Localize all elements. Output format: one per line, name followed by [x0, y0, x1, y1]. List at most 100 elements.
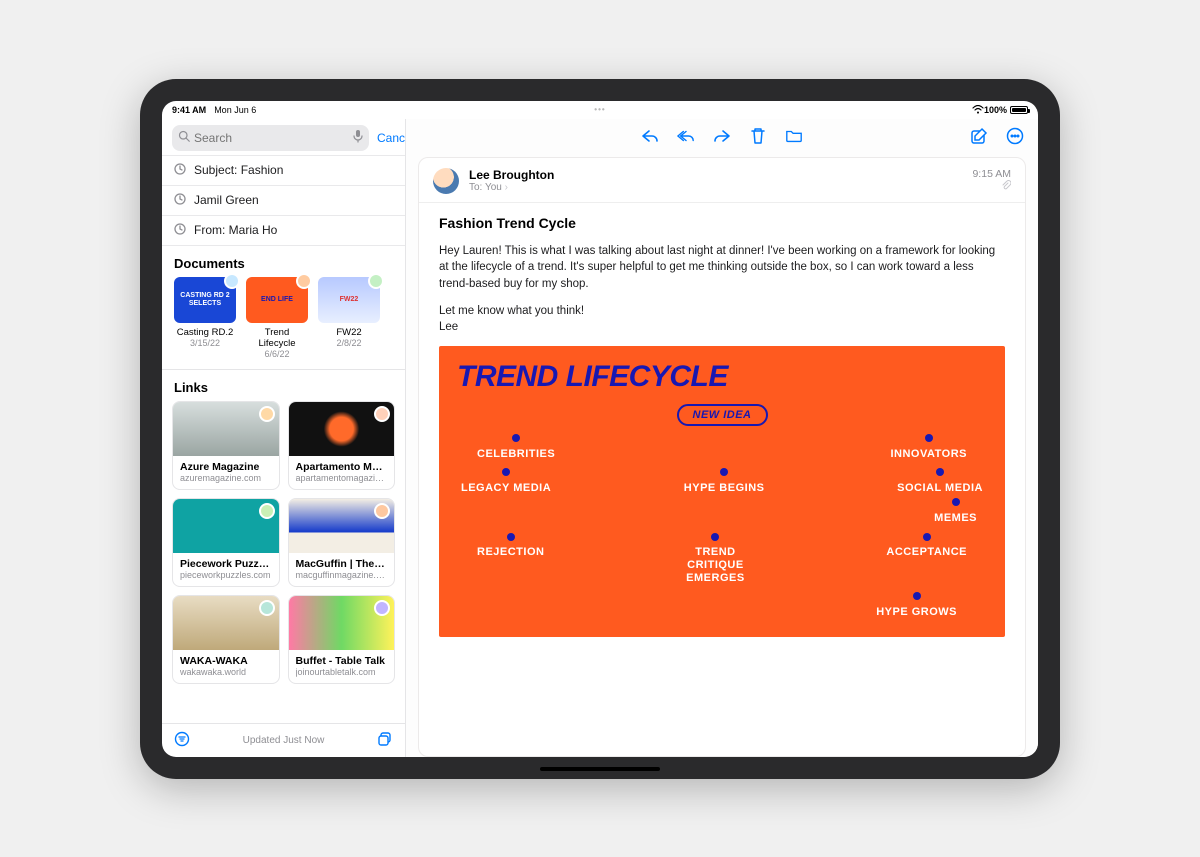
flow-node: NEW IDEA: [677, 404, 768, 426]
message-header: Lee Broughton To: You › 9:15 AM: [419, 158, 1025, 203]
multitask-dots-icon[interactable]: •••: [594, 105, 605, 114]
flow-node: SOCIAL MEDIA: [897, 468, 983, 494]
message-subject: Fashion Trend Cycle: [439, 215, 1005, 231]
document-thumb: CASTING RD 2 SELECTS: [174, 277, 236, 323]
link-thumb: [289, 402, 395, 456]
link-url: azuremagazine.com: [180, 473, 272, 483]
status-time: 9:41 AM: [172, 105, 206, 115]
link-url: joinourtabletalk.com: [296, 667, 388, 677]
mic-icon[interactable]: [353, 129, 363, 146]
sidebar-footer: Updated Just Now: [162, 723, 405, 757]
avatar-badge-icon: [296, 273, 312, 289]
document-title: Trend Lifecycle: [246, 327, 308, 349]
link-title: MacGuffin | The Lif…: [296, 558, 388, 570]
suggestion-label: Subject: Fashion: [194, 163, 283, 177]
recent-icon: [174, 163, 186, 178]
document-date: 2/8/22: [318, 338, 380, 348]
cancel-button[interactable]: Cancel: [377, 131, 406, 145]
flow-node: ACCEPTANCE: [886, 533, 967, 585]
battery-indicator: 100%: [984, 105, 1028, 115]
suggestion-row[interactable]: From: Maria Ho: [162, 216, 405, 246]
flow-node: INNOVATORS: [890, 434, 967, 460]
wifi-icon: [972, 105, 984, 114]
link-title: Buffet - Table Talk: [296, 655, 388, 667]
link-thumb: [173, 499, 279, 553]
document-thumb: END LIFE: [246, 277, 308, 323]
compose-icon[interactable]: [970, 127, 988, 145]
link-title: Piecework Puzzles: [180, 558, 272, 570]
message-body[interactable]: Fashion Trend Cycle Hey Lauren! This is …: [419, 203, 1025, 756]
folder-icon[interactable]: [785, 127, 803, 145]
document-item[interactable]: END LIFE Trend Lifecycle 6/6/22: [246, 277, 308, 359]
status-date: Mon Jun 6: [214, 105, 256, 115]
updated-label: Updated Just Now: [243, 735, 325, 746]
attachment-icon: [972, 180, 1011, 193]
trash-icon[interactable]: [749, 127, 767, 145]
recipients-line[interactable]: To: You ›: [469, 182, 962, 193]
link-thumb: [173, 402, 279, 456]
search-sidebar: Cancel Subject: Fashion Jamil Green From…: [162, 119, 406, 757]
mail-toolbar: [406, 119, 1038, 153]
avatar-badge-icon: [259, 406, 275, 422]
document-thumb: FW22: [318, 277, 380, 323]
search-input[interactable]: [194, 131, 349, 145]
flow-node: CELEBRITIES: [477, 434, 555, 460]
suggestion-row[interactable]: Subject: Fashion: [162, 155, 405, 186]
link-card[interactable]: MacGuffin | The Lif…macguffinmagazine.co…: [288, 498, 396, 587]
link-title: WAKA-WAKA: [180, 655, 272, 667]
windows-icon[interactable]: [377, 731, 393, 750]
document-title: Casting RD.2: [174, 327, 236, 338]
avatar[interactable]: [433, 168, 459, 194]
link-thumb: [289, 596, 395, 650]
document-date: 3/15/22: [174, 338, 236, 348]
avatar-badge-icon: [368, 273, 384, 289]
avatar-badge-icon: [374, 406, 390, 422]
link-url: pieceworkpuzzles.com: [180, 570, 272, 580]
document-item[interactable]: FW22 FW22 2/8/22: [318, 277, 380, 359]
link-url: wakawaka.world: [180, 667, 272, 677]
suggestion-label: Jamil Green: [194, 193, 259, 207]
flow-node: REJECTION: [477, 533, 544, 585]
avatar-badge-icon: [259, 503, 275, 519]
flow-node: HYPE BEGINS: [684, 468, 765, 494]
message-signature: Lee: [439, 319, 1005, 336]
link-card[interactable]: Azure Magazineazuremagazine.com: [172, 401, 280, 490]
flowchart: NEW IDEA CELEBRITIES . INNOVATORS LEGACY…: [457, 404, 987, 619]
link-url: apartamentomagazine.c…: [296, 473, 388, 483]
search-field[interactable]: [172, 125, 369, 151]
attachment-graphic[interactable]: TREND LIFECYCLE NEW IDEA CELEBRITIES . I…: [439, 346, 1005, 637]
filter-icon[interactable]: [174, 731, 190, 750]
search-icon: [178, 130, 190, 145]
message-paragraph: Let me know what you think!: [439, 303, 1005, 320]
documents-header: Documents: [162, 246, 405, 277]
link-card[interactable]: Piecework Puzzlespieceworkpuzzles.com: [172, 498, 280, 587]
suggestion-row[interactable]: Jamil Green: [162, 186, 405, 216]
link-card[interactable]: Buffet - Table Talkjoinourtabletalk.com: [288, 595, 396, 684]
message-pane: Lee Broughton To: You › 9:15 AM: [418, 157, 1026, 757]
link-card[interactable]: WAKA-WAKAwakawaka.world: [172, 595, 280, 684]
link-title: Apartamento Maga…: [296, 461, 388, 473]
message-paragraph: Hey Lauren! This is what I was talking a…: [439, 243, 1005, 293]
battery-percent: 100%: [984, 105, 1007, 115]
avatar-badge-icon: [374, 600, 390, 616]
message-time: 9:15 AM: [972, 168, 1011, 180]
reply-all-icon[interactable]: [677, 127, 695, 145]
document-date: 6/6/22: [246, 349, 308, 359]
recent-icon: [174, 193, 186, 208]
chevron-right-icon: ›: [505, 182, 508, 193]
flow-node: MEMES: [934, 498, 977, 524]
suggestion-label: From: Maria Ho: [194, 223, 277, 237]
sender-name[interactable]: Lee Broughton: [469, 168, 962, 182]
battery-icon: [1010, 106, 1028, 114]
more-icon[interactable]: [1006, 127, 1024, 145]
document-item[interactable]: CASTING RD 2 SELECTS Casting RD.2 3/15/2…: [174, 277, 236, 359]
link-url: macguffinmagazine.com: [296, 570, 388, 580]
recent-icon: [174, 223, 186, 238]
forward-icon[interactable]: [713, 127, 731, 145]
reply-icon[interactable]: [641, 127, 659, 145]
avatar-badge-icon: [259, 600, 275, 616]
link-card[interactable]: Apartamento Maga…apartamentomagazine.c…: [288, 401, 396, 490]
avatar-badge-icon: [374, 503, 390, 519]
flow-node: TREND CRITIQUE EMERGES: [674, 533, 756, 585]
document-title: FW22: [318, 327, 380, 338]
